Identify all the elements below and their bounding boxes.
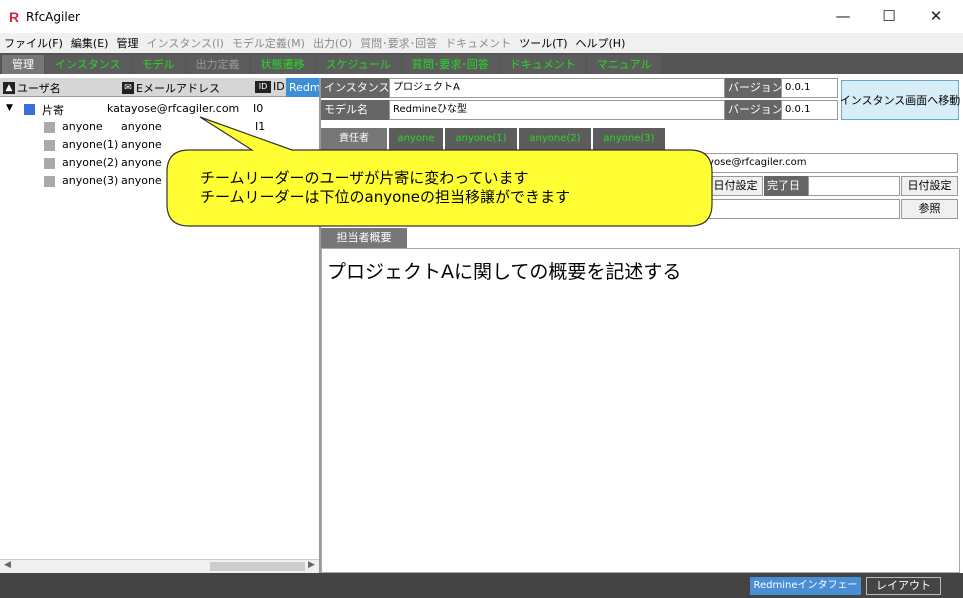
column-id-label: ID [273, 80, 285, 93]
user-name: 片寄 [42, 104, 64, 117]
user-tree: ▼ 片寄 katayose@rfcagiler.com I0 anyone anyone a… [0, 97, 320, 559]
version-label-1: バージョン [725, 78, 781, 98]
browse-button[interactable]: 参照 [901, 199, 958, 219]
scroll-left-icon[interactable]: ◀ [4, 560, 11, 570]
date-set-button-2[interactable]: 日付設定 [901, 176, 958, 196]
tab[interactable]: マニュアル [586, 55, 662, 74]
email-field[interactable]: tayose@rfcagiler.com [694, 153, 958, 173]
member-tab[interactable]: anyone(1) [445, 128, 517, 150]
redmine-interface-button[interactable]: Redmineインタフェース [750, 577, 861, 595]
menu-item[interactable]: 質問･要求･回答 [360, 35, 437, 51]
user-name: anyone(1) [62, 138, 119, 151]
person-icon [44, 140, 55, 151]
user-id: I0 [253, 102, 264, 115]
column-redmine[interactable]: Redm [286, 78, 320, 97]
file-path-field[interactable] [694, 199, 900, 219]
column-email[interactable]: ✉ Eメールアドレス [122, 80, 220, 96]
date-set-button-1[interactable]: 日付設定 [708, 176, 763, 196]
menu-item[interactable]: 管理 [116, 35, 138, 51]
version-field-2[interactable]: 0.0.1 [781, 100, 838, 120]
person-icon [44, 158, 55, 169]
minimize-button[interactable]: — [820, 0, 866, 32]
menu-item[interactable]: モデル定義(M) [232, 35, 305, 51]
layout-button[interactable]: レイアウト [866, 577, 941, 595]
menu-bar: ファイル(F) 編集(E) 管理 インスタンス(I) モデル定義(M) 出力(O) 質問･要… [0, 33, 963, 53]
overview-text: プロジェクトAに関しての概要を記述する [327, 261, 682, 283]
menu-item[interactable]: ドキュメント [445, 35, 511, 51]
model-name-field[interactable]: Redmineひな型 [389, 100, 725, 120]
menu-item[interactable]: ツール(T) [519, 35, 567, 51]
menu-item[interactable]: ファイル(F) [4, 35, 63, 51]
user-name: anyone(3) [62, 174, 119, 187]
scroll-thumb[interactable] [210, 562, 305, 571]
tree-row[interactable]: anyone(3) anyone [0, 172, 320, 190]
overview-textarea[interactable]: プロジェクトAに関しての概要を記述する [321, 248, 960, 573]
instance-name-label: インスタンス名 [321, 78, 389, 98]
tree-row[interactable]: ▼ 片寄 katayose@rfcagiler.com I0 [0, 100, 320, 118]
user-tree-header: ▲ ユーザ名 ✉ Eメールアドレス ID ID Redm [0, 78, 320, 97]
expand-icon[interactable]: ▼ [6, 103, 13, 113]
user-email: anyone [121, 138, 162, 151]
member-tab[interactable]: anyone(2) [519, 128, 591, 150]
menu-item[interactable]: 出力(O) [313, 35, 352, 51]
user-name: anyone [62, 120, 103, 133]
user-email: katayose@rfcagiler.com [107, 102, 240, 115]
column-redmine-label: Redm [289, 81, 320, 94]
tree-horizontal-scrollbar[interactable]: ◀ ▶ [0, 559, 320, 573]
member-tabs: 責任者 anyone anyone(1) anyone(2) anyone(3) [321, 128, 963, 150]
user-email: anyone [121, 120, 162, 133]
tree-row[interactable]: anyone(1) anyone [0, 136, 320, 154]
menu-item[interactable]: 編集(E) [71, 35, 109, 51]
scroll-right-icon[interactable]: ▶ [308, 560, 315, 570]
column-id[interactable]: ID ID [255, 80, 285, 93]
user-icon: ▲ [3, 82, 15, 94]
app-logo-icon: R [9, 9, 20, 25]
completion-date-label: 完了日 [764, 176, 808, 196]
column-user-label: ユーザ名 [17, 82, 61, 95]
column-email-label: Eメールアドレス [136, 82, 220, 95]
person-icon [24, 104, 35, 115]
tab[interactable]: 状態遷移 [250, 55, 315, 74]
move-to-instance-button[interactable]: インスタンス画面へ移動 [840, 80, 960, 120]
member-tab[interactable]: 責任者 [321, 128, 387, 150]
tab[interactable]: 質問･要求･回答 [401, 55, 499, 74]
version-label-2: バージョン [725, 100, 781, 120]
member-tab[interactable]: anyone [389, 128, 443, 150]
tree-partial-id: I1 [255, 120, 266, 133]
tab-assignee-overview[interactable]: 担当者概要 [321, 228, 407, 248]
user-name: anyone(2) [62, 156, 119, 169]
title-bar: R RfcAgiler — ☐ ✕ [0, 0, 963, 33]
close-button[interactable]: ✕ [913, 0, 959, 32]
tab[interactable]: 出力定義 [185, 55, 250, 74]
tab[interactable]: 管理 [2, 55, 44, 74]
tree-row[interactable]: anyone anyone [0, 118, 320, 136]
instance-name-field[interactable]: プロジェクトA [389, 78, 725, 98]
tab[interactable]: モデル [131, 55, 185, 74]
menu-item[interactable]: ヘルプ(H) [576, 35, 626, 51]
id-icon: ID [255, 80, 271, 93]
tree-row[interactable]: anyone(2) anyone [0, 154, 320, 172]
tab[interactable]: ドキュメント [499, 55, 586, 74]
tab[interactable]: インスタンス [45, 55, 131, 74]
model-name-label: モデル名 [321, 100, 389, 120]
tab[interactable]: スケジュール [315, 55, 401, 74]
menu-item[interactable]: インスタンス(I) [146, 35, 223, 51]
mail-icon: ✉ [122, 82, 134, 94]
column-user[interactable]: ▲ ユーザ名 [3, 80, 61, 96]
main-tab-bar: 管理 インスタンス モデル 出力定義 状態遷移 スケジュール 質問･要求･回答 ドキュメントマ… [0, 53, 963, 74]
person-icon [44, 122, 55, 133]
user-email: anyone [121, 156, 162, 169]
version-field-1[interactable]: 0.0.1 [781, 78, 838, 98]
user-email: anyone [121, 174, 162, 187]
maximize-button[interactable]: ☐ [866, 0, 912, 32]
person-icon [44, 176, 55, 187]
member-tab[interactable]: anyone(3) [593, 128, 665, 150]
window-title: RfcAgiler [26, 10, 80, 24]
completion-date-field[interactable] [808, 176, 900, 196]
